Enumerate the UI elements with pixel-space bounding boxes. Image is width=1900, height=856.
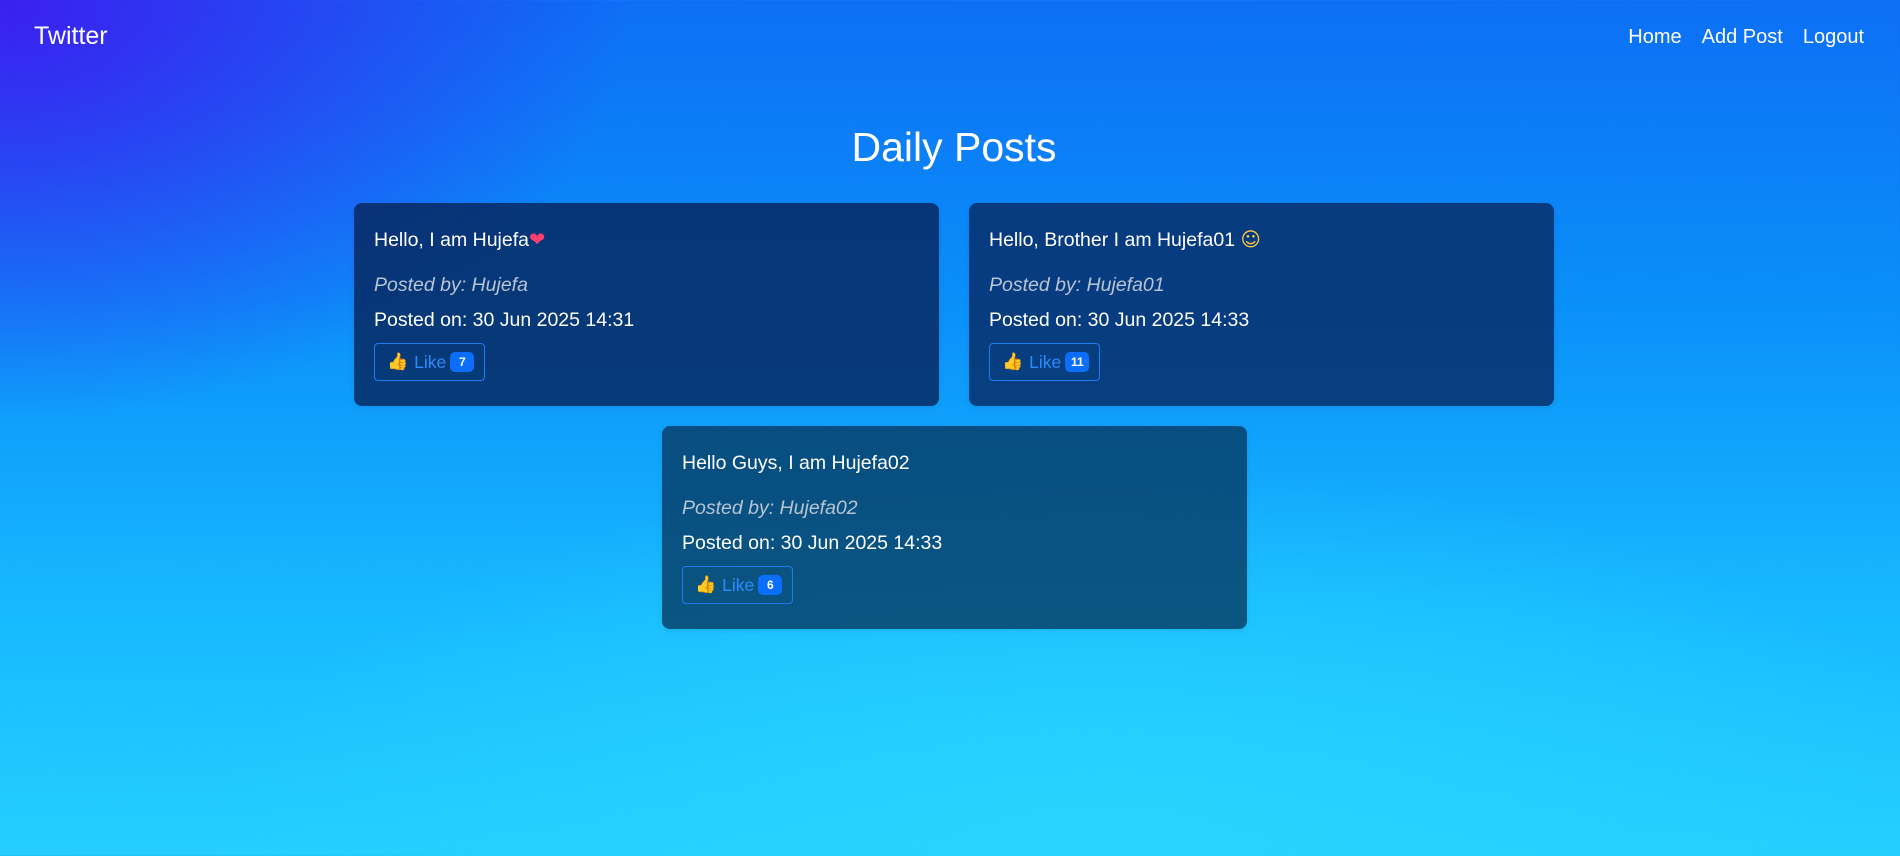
post-text: Hello Guys, I am Hujefa02 [682,448,1227,478]
thumbs-up-icon: 👍 [1002,352,1024,372]
like-label: Like [1029,351,1062,372]
nav-link-add-post[interactable]: Add Post [1702,26,1783,49]
post-author: Posted by: Hujefa [374,274,528,296]
post-text: Hello, I am Hujefa❤ [374,225,919,255]
post-text-content: Hello, Brother I am Hujefa01 [989,229,1236,251]
navbar: Twitter Home Add Post Logout [0,0,1900,76]
post-timestamp: Posted on: 30 Jun 2025 14:33 [682,532,943,554]
post-author: Posted by: Hujefa02 [682,497,858,519]
post-text: Hello, Brother I am Hujefa01 ☺ [989,225,1534,255]
post-timestamp: Posted on: 30 Jun 2025 14:31 [374,309,635,331]
thumbs-up-icon: 👍 [387,352,409,372]
smile-icon: ☺ [1240,228,1261,251]
like-count-badge: 6 [758,575,783,595]
like-label: Like [722,574,755,595]
brand-logo[interactable]: Twitter [34,22,108,51]
post-card: Hello Guys, I am Hujefa02 Posted by: Huj… [662,426,1247,629]
post-text-content: Hello Guys, I am Hujefa02 [682,452,910,474]
post-author: Posted by: Hujefa01 [989,274,1165,296]
nav-links: Home Add Post Logout [1628,26,1864,49]
like-count-badge: 11 [1065,352,1090,372]
nav-link-logout[interactable]: Logout [1803,26,1864,49]
post-timestamp: Posted on: 30 Jun 2025 14:33 [989,309,1250,331]
like-count-badge: 7 [450,352,475,372]
like-label: Like [414,351,447,372]
heart-icon: ❤ [528,228,546,251]
nav-link-home[interactable]: Home [1628,26,1681,49]
like-button[interactable]: 👍 Like 7 [374,343,486,381]
post-card: Hello, I am Hujefa❤ Posted by: Hujefa Po… [354,203,939,406]
post-card: Hello, Brother I am Hujefa01 ☺ Posted by… [969,203,1554,406]
page-title: Daily Posts [851,124,1057,170]
like-button[interactable]: 👍 Like 6 [682,566,794,604]
post-text-content: Hello, I am Hujefa [374,229,529,251]
thumbs-up-icon: 👍 [695,575,717,595]
like-button[interactable]: 👍 Like 11 [989,343,1101,381]
